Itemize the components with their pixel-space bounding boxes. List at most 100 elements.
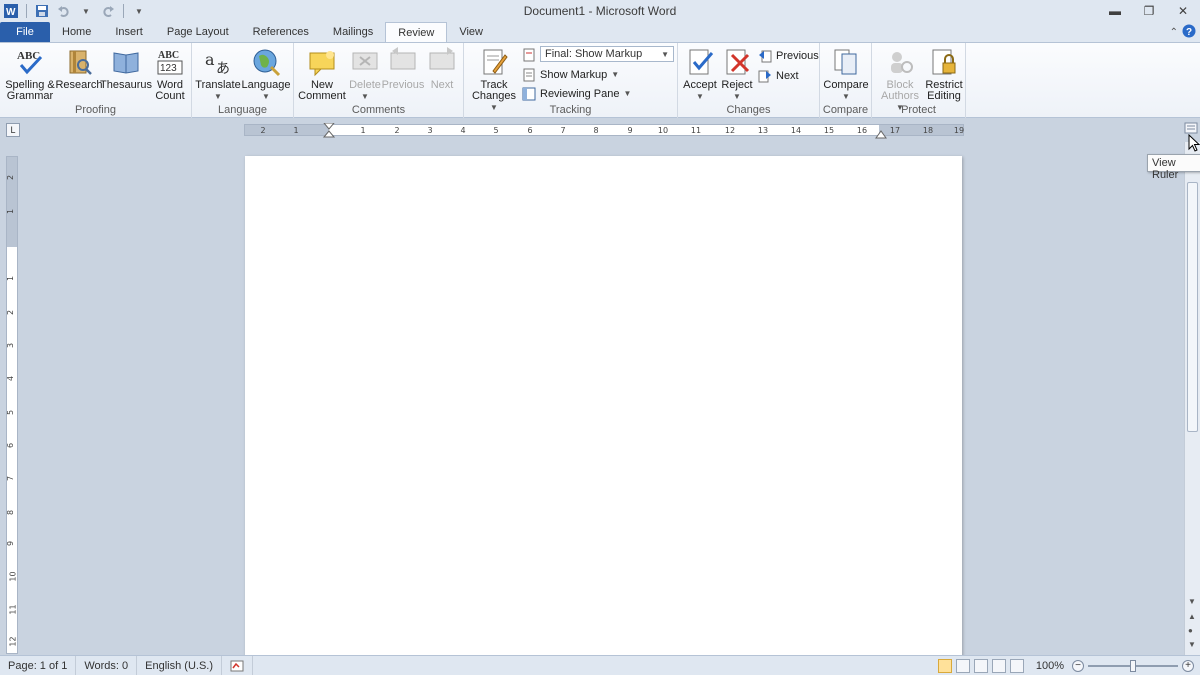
web-layout-view-button[interactable] [973,659,988,673]
next-change-button[interactable]: Next [758,67,799,84]
reviewing-pane-icon [522,87,536,101]
view-and-zoom-controls: 100% − + [937,656,1194,675]
restore-icon[interactable]: ❐ [1132,0,1166,22]
zoom-slider-knob[interactable] [1130,660,1136,672]
research-button[interactable]: Research [55,47,103,91]
vruler-mark: 9 [6,540,16,547]
ruler-mark: 4 [460,126,466,135]
restrict-editing-label-2: Editing [927,90,961,102]
document-page[interactable] [245,156,962,666]
page-count[interactable]: Page: 1 of 1 [0,655,77,675]
help-icon[interactable]: ? [1182,24,1196,41]
new-comment-button[interactable]: New Comment [298,47,346,102]
word-app-icon[interactable]: W [2,2,20,20]
mouse-cursor-icon [1188,134,1200,152]
tab-view[interactable]: View [447,22,495,42]
previous-change-button[interactable]: Previous [758,47,819,64]
ruler-row: L 2 1 1 2 3 4 5 6 7 8 9 10 11 12 13 14 1… [0,118,1200,142]
changes-group-label: Changes [726,104,771,116]
delete-dropdown-icon: ▼ [361,92,369,101]
reject-button[interactable]: Reject ▼ [720,47,754,102]
tab-mailings[interactable]: Mailings [321,22,385,42]
next-comment-button[interactable]: Next [424,47,460,91]
undo-dropdown-icon[interactable]: ▼ [77,2,95,20]
select-dropdown-icon[interactable]: ▼ [661,50,673,59]
protect-group-label: Protect [901,104,936,116]
restrict-editing-button[interactable]: Restrict Editing [924,47,964,102]
vertical-ruler-top-margin [7,157,17,247]
compare-icon [831,47,861,77]
zoom-slider[interactable] [1088,659,1178,673]
ruler-mark: 15 [823,126,835,135]
horizontal-ruler[interactable]: 2 1 1 2 3 4 5 6 7 8 9 10 11 12 13 14 15 … [244,123,965,139]
ruler-mark: 14 [790,126,802,135]
tab-insert[interactable]: Insert [103,22,155,42]
delete-comment-button[interactable]: Delete ▼ [348,47,382,102]
display-for-review-select[interactable]: Final: Show Markup ▼ [540,46,674,62]
customize-qat-icon[interactable]: ▼ [130,2,148,20]
tab-page-layout[interactable]: Page Layout [155,22,241,42]
ruler-mark: 13 [757,126,769,135]
track-changes-icon [479,47,509,77]
research-icon [64,47,94,77]
scroll-down-arrow-icon[interactable]: ▼ [1188,597,1196,606]
reject-dropdown-icon: ▼ [733,92,741,101]
full-screen-reading-view-button[interactable] [955,659,970,673]
word-count-button[interactable]: ABC 123 Word Count [152,47,188,102]
previous-comment-button[interactable]: Previous [382,47,424,91]
scrollbar-thumb[interactable] [1187,182,1198,432]
proofing-status-icon[interactable] [222,655,253,675]
word-count-icon: ABC 123 [155,47,185,77]
ruler-mark: 8 [593,126,599,135]
outline-view-button[interactable] [991,659,1006,673]
ruler-left-margin [245,125,329,135]
language-label: Language [241,79,291,91]
tab-selector[interactable]: L [6,123,20,137]
reviewing-pane-button[interactable]: Reviewing Pane ▼ [522,85,631,102]
translate-button[interactable]: aあ Translate ▼ [195,47,240,102]
zoom-level[interactable]: 100% [1036,660,1064,672]
spelling-grammar-button[interactable]: ABC Spelling & Grammar [4,47,56,102]
show-markup-button[interactable]: Show Markup ▼ [522,66,619,83]
translate-icon: aあ [203,47,233,77]
ruler-mark: 9 [627,126,633,135]
accept-label: Accept [683,79,717,91]
tab-home[interactable]: Home [50,22,103,42]
vruler-mark: 8 [6,509,16,516]
minimize-ribbon-icon[interactable]: ⌃ [1170,27,1178,38]
save-icon[interactable] [33,2,51,20]
right-indent-marker[interactable] [875,129,887,139]
thesaurus-button[interactable]: Thesaurus [100,47,152,91]
compare-button[interactable]: Compare ▼ [823,47,869,102]
word-count[interactable]: Words: 0 [76,655,138,675]
view-ruler-button[interactable] [1184,121,1198,135]
previous-page-icon[interactable]: ▲ [1188,612,1196,621]
tracking-group-label: Tracking [549,104,592,116]
zoom-in-button[interactable]: + [1182,660,1194,672]
vruler-mark: 1 [6,208,16,215]
close-icon[interactable]: ✕ [1166,0,1200,22]
language-indicator[interactable]: English (U.S.) [137,655,222,675]
restrict-editing-icon [929,47,959,77]
accept-button[interactable]: Accept ▼ [682,47,718,102]
left-indent-marker[interactable] [323,123,335,139]
next-page-icon[interactable]: ▼ [1188,640,1196,649]
tab-references[interactable]: References [241,22,321,42]
tab-review[interactable]: Review [385,22,448,43]
zoom-out-button[interactable]: − [1072,660,1084,672]
delete-comment-icon [350,47,380,77]
group-changes: Accept ▼ Reject ▼ Previous Next Changes [678,43,820,118]
print-layout-view-button[interactable] [937,659,952,673]
redo-icon[interactable] [99,2,117,20]
language-button[interactable]: Language ▼ [242,47,290,102]
undo-icon[interactable] [55,2,73,20]
vertical-ruler[interactable]: 2 1 1 2 3 4 5 6 7 8 9 10 11 12 [6,156,18,654]
tab-file[interactable]: File [0,22,50,42]
select-browse-object-icon[interactable]: ● [1188,626,1193,635]
language-dropdown-icon: ▼ [262,92,270,101]
minimize-icon[interactable]: ▬ [1098,0,1132,22]
ruler-mark: 7 [560,126,566,135]
draft-view-button[interactable] [1009,659,1024,673]
vertical-scrollbar[interactable]: ▼ ▲ ● ▼ [1184,142,1200,655]
ruler-mark: 19 [953,126,965,135]
